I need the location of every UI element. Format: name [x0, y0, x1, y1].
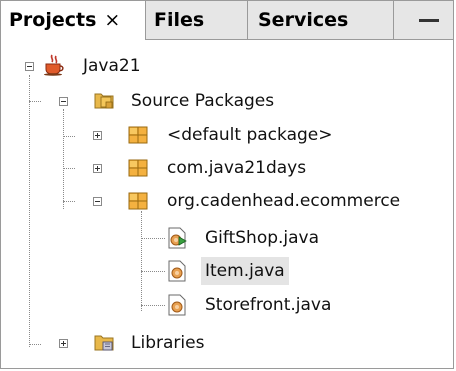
- tree-node-label: Source Packages: [131, 91, 275, 111]
- tree-node-label: Java21: [83, 56, 141, 76]
- source-folder-icon: [94, 93, 114, 109]
- project-tree: Java21 Source Packages <default package>: [1, 39, 453, 368]
- java-class-icon: [168, 294, 186, 316]
- library-folder-icon: [94, 335, 114, 351]
- tree-node-label: Storefront.java: [205, 295, 332, 315]
- java-cup-icon: [44, 54, 64, 76]
- tree-node-package[interactable]: <default package>: [1, 121, 361, 149]
- tree-node-label: Item.java: [201, 257, 289, 285]
- expand-icon[interactable]: [93, 164, 102, 173]
- tree-node-package[interactable]: org.cadenhead.ecommerce: [1, 187, 441, 215]
- tree-node-package[interactable]: com.java21days: [1, 154, 361, 182]
- tree-node-label: <default package>: [167, 125, 333, 145]
- java-class-icon: [168, 260, 186, 282]
- tree-node-label: com.java21days: [167, 158, 307, 178]
- minimize-icon: [419, 19, 439, 22]
- tree-node-file-selected[interactable]: Item.java: [1, 257, 401, 285]
- tab-files-label: Files: [154, 9, 205, 31]
- package-icon: [128, 159, 148, 177]
- tab-files[interactable]: Files: [146, 1, 248, 39]
- minimize-button[interactable]: [411, 1, 447, 39]
- tree-node-libraries[interactable]: Libraries: [1, 329, 301, 357]
- package-icon: [128, 192, 148, 210]
- tab-bar: Projects × Files Services: [1, 1, 453, 40]
- tab-services-label: Services: [258, 9, 349, 31]
- tree-node-project[interactable]: Java21: [1, 52, 301, 80]
- tab-projects-label: Projects: [9, 9, 97, 31]
- tab-services[interactable]: Services: [248, 1, 394, 39]
- tree-node-label: GiftShop.java: [205, 228, 320, 248]
- collapse-icon[interactable]: [93, 197, 102, 206]
- tree-node-label: Libraries: [131, 333, 205, 353]
- projects-panel: Projects × Files Services Java21 Source …: [0, 0, 454, 369]
- collapse-icon[interactable]: [25, 62, 34, 71]
- tab-close-icon[interactable]: ×: [104, 9, 120, 31]
- java-main-class-icon: [168, 227, 187, 249]
- expand-icon[interactable]: [59, 339, 68, 348]
- tree-node-label: org.cadenhead.ecommerce: [167, 191, 401, 211]
- tree-node-file[interactable]: Storefront.java: [1, 291, 401, 319]
- package-icon: [128, 126, 148, 144]
- collapse-icon[interactable]: [59, 97, 68, 106]
- tree-node-source-packages[interactable]: Source Packages: [1, 87, 301, 115]
- tree-node-file[interactable]: GiftShop.java: [1, 224, 401, 252]
- tab-projects[interactable]: Projects ×: [1, 1, 146, 40]
- expand-icon[interactable]: [93, 131, 102, 140]
